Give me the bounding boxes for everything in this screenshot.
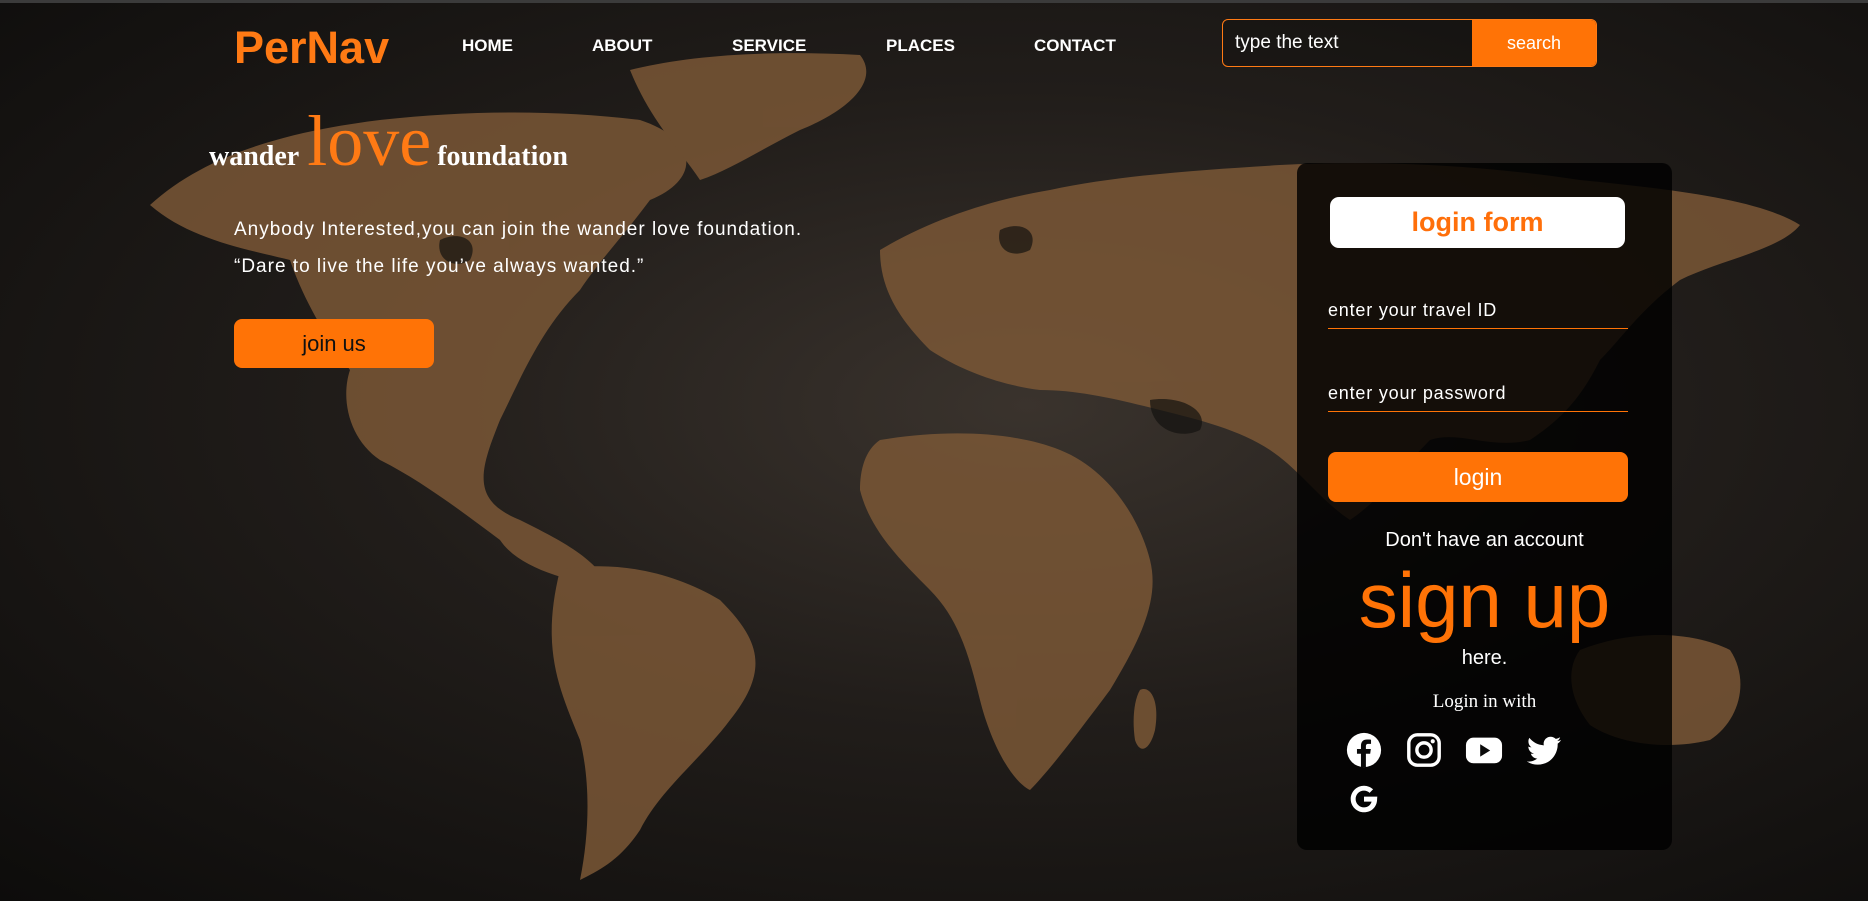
hero-title: wander love foundation bbox=[209, 100, 568, 183]
hero-quote: “Dare to live the life you’ve always wan… bbox=[234, 256, 645, 277]
no-account-text: Don't have an account bbox=[1385, 529, 1584, 551]
hero-title-prefix: wander bbox=[209, 141, 300, 172]
nav-service[interactable]: SERVICE bbox=[732, 36, 806, 56]
sign-up-link[interactable]: sign up bbox=[1297, 561, 1672, 639]
join-us-button[interactable]: join us bbox=[234, 319, 434, 368]
hero-title-main: love bbox=[307, 101, 432, 181]
password-field[interactable] bbox=[1328, 376, 1628, 412]
travel-id-field[interactable] bbox=[1328, 293, 1628, 329]
google-icon[interactable] bbox=[1345, 780, 1383, 818]
youtube-icon[interactable] bbox=[1465, 731, 1503, 769]
login-form-title: login form bbox=[1330, 197, 1625, 248]
logo[interactable]: PerNav bbox=[234, 22, 389, 74]
instagram-icon[interactable] bbox=[1405, 731, 1443, 769]
login-panel: login form login Don't have an account s… bbox=[1297, 163, 1672, 850]
hero-title-suffix: foundation bbox=[437, 141, 568, 172]
nav-contact[interactable]: CONTACT bbox=[1034, 36, 1116, 56]
search-input[interactable] bbox=[1223, 20, 1473, 66]
facebook-icon[interactable] bbox=[1345, 731, 1383, 769]
login-button[interactable]: login bbox=[1328, 452, 1628, 502]
nav-places[interactable]: PLACES bbox=[886, 36, 955, 56]
nav-about[interactable]: ABOUT bbox=[592, 36, 652, 56]
here-text: here. bbox=[1461, 647, 1508, 669]
login-with-text: Login in with bbox=[1432, 691, 1537, 712]
top-border bbox=[0, 0, 1868, 3]
search-bar: search bbox=[1222, 19, 1597, 67]
search-button[interactable]: search bbox=[1472, 20, 1596, 66]
twitter-icon[interactable] bbox=[1525, 731, 1563, 769]
nav-home[interactable]: HOME bbox=[462, 36, 513, 56]
hero-description: Anybody Interested,you can join the wand… bbox=[234, 219, 803, 240]
